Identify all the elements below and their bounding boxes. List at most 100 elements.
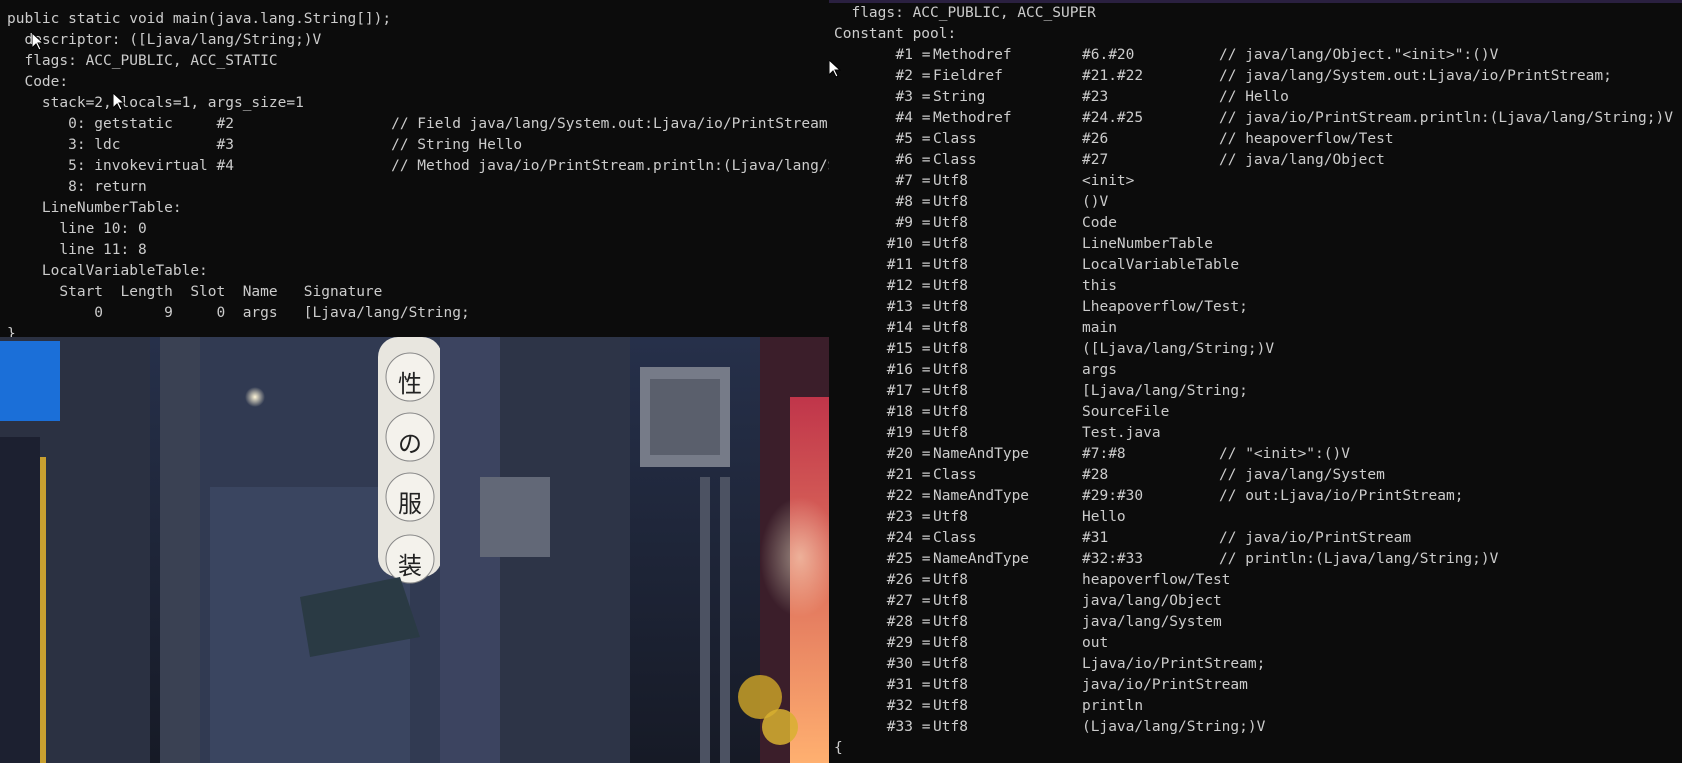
cp-entry-tag: Utf8 — [933, 362, 968, 378]
constant-pool-entry: #22 = NameAndType #29:#30 // out:Ljava/io/P… — [834, 486, 1464, 507]
cp-entry-equals: = — [913, 131, 931, 147]
cp-entry-index: #8 — [895, 194, 913, 210]
constant-pool-entry: #31 = Utf8 java/io/PrintStream — [834, 675, 1248, 696]
cp-entry-index: #18 — [886, 404, 913, 420]
cp-entry-index: #22 — [886, 488, 913, 504]
cp-entry-value: java/lang/Object — [1082, 593, 1222, 609]
cp-entry-equals: = — [913, 446, 931, 462]
constant-pool-entry: #27 = Utf8 java/lang/Object — [834, 591, 1222, 612]
constant-pool-entry: #5 = Class #26 // heapoverflow/Test — [834, 129, 1394, 150]
cp-entry-value: #24.#25 — [1082, 110, 1144, 126]
cp-entry-equals: = — [913, 530, 931, 546]
right-terminal-window[interactable]: flags: ACC_PUBLIC, ACC_SUPER Constant po… — [829, 0, 1682, 763]
cp-entry-equals: = — [913, 194, 931, 210]
cp-entry-tag: Utf8 — [933, 719, 968, 735]
cp-entry-tag: Methodref — [933, 47, 1012, 63]
cp-entry-comment: // java/io/PrintStream — [1219, 530, 1412, 546]
cp-entry-tag: Utf8 — [933, 257, 968, 273]
cp-entry-value: Code — [1082, 215, 1117, 231]
cp-entry-tag: Utf8 — [933, 215, 968, 231]
constant-pool-entry: #19 = Utf8 Test.java — [834, 423, 1161, 444]
cp-entry-equals: = — [913, 719, 931, 735]
cp-entry-tag: Utf8 — [933, 173, 968, 189]
cp-entry-index: #13 — [886, 299, 913, 315]
constant-pool-entry: #9 = Utf8 Code — [834, 213, 1117, 234]
cp-entry-tag: Utf8 — [933, 278, 968, 294]
cp-entry-value: LocalVariableTable — [1082, 257, 1240, 273]
constant-pool-entry: #10 = Utf8 LineNumberTable — [834, 234, 1213, 255]
constant-pool-entry: #21 = Class #28 // java/lang/System — [834, 465, 1385, 486]
terminal-line: Code: — [7, 74, 69, 90]
cp-entry-equals: = — [913, 362, 931, 378]
right-terminal-output: flags: ACC_PUBLIC, ACC_SUPER Constant po… — [834, 3, 1673, 759]
cp-entry-comment: // java/io/PrintStream.println:(Ljava/la… — [1219, 110, 1673, 126]
wallpaper-sign-char: 服 — [398, 490, 422, 518]
cp-entry-index: #3 — [895, 89, 913, 105]
cp-entry-tag: Utf8 — [933, 425, 968, 441]
constant-pool-entry: #23 = Utf8 Hello — [834, 507, 1126, 528]
constant-pool-entry: #14 = Utf8 main — [834, 318, 1117, 339]
cp-entry-index: #7 — [895, 173, 913, 189]
cp-entry-equals: = — [913, 614, 931, 630]
constant-pool-entry: #17 = Utf8 [Ljava/lang/String; — [834, 381, 1248, 402]
cp-entry-comment: // "<init>":()V — [1219, 446, 1350, 462]
cp-entry-tag: Utf8 — [933, 299, 968, 315]
cp-entry-value: #27 — [1082, 152, 1109, 168]
constant-pool-entry: #18 = Utf8 SourceFile — [834, 402, 1170, 423]
cp-entry-equals: = — [913, 467, 931, 483]
terminal-line: 0 9 0 args [Ljava/lang/String; — [7, 305, 470, 321]
cp-entry-equals: = — [913, 551, 931, 567]
cp-entry-index: #21 — [886, 467, 913, 483]
cp-entry-value: #31 — [1082, 530, 1109, 546]
cp-entry-tag: Class — [933, 152, 977, 168]
cp-entry-equals: = — [913, 404, 931, 420]
cp-entry-value: #29:#30 — [1082, 488, 1144, 504]
cp-entry-tag: Class — [933, 530, 977, 546]
cp-entry-value: #28 — [1082, 467, 1109, 483]
constant-pool-entry: #12 = Utf8 this — [834, 276, 1117, 297]
constant-pool-entry: #20 = NameAndType #7:#8 // "<init>":()V — [834, 444, 1350, 465]
constant-pool-entry: #16 = Utf8 args — [834, 360, 1117, 381]
constant-pool-entry: #4 = Methodref #24.#25 // java/io/PrintStre… — [834, 108, 1673, 129]
constant-pool-entry: #6 = Class #27 // java/lang/Object — [834, 150, 1385, 171]
cp-entry-index: #14 — [886, 320, 913, 336]
left-terminal-window[interactable]: public static void main(java.lang.String… — [0, 0, 829, 337]
cp-entry-value: LineNumberTable — [1082, 236, 1213, 252]
cp-entry-value: this — [1082, 278, 1117, 294]
constant-pool-entry: #25 = NameAndType #32:#33 // println:(Ljava… — [834, 549, 1499, 570]
cp-entry-equals: = — [913, 383, 931, 399]
cp-entry-tag: Utf8 — [933, 383, 968, 399]
constant-pool-entry: #11 = Utf8 LocalVariableTable — [834, 255, 1239, 276]
cp-entry-equals: = — [913, 677, 931, 693]
cp-entry-tag: Fieldref — [933, 68, 1003, 84]
cp-entry-tag: NameAndType — [933, 446, 1030, 462]
cp-entry-equals: = — [913, 278, 931, 294]
constant-pool-entry: #33 = Utf8 (Ljava/lang/String;)V — [834, 717, 1266, 738]
terminal-line: { — [834, 740, 843, 756]
cp-entry-value: heapoverflow/Test — [1082, 572, 1231, 588]
cp-entry-comment: // Hello — [1219, 89, 1289, 105]
cp-entry-equals: = — [913, 656, 931, 672]
constant-pool-entry: #32 = Utf8 println — [834, 696, 1143, 717]
cp-entry-index: #26 — [886, 572, 913, 588]
constant-pool-entry: #30 = Utf8 Ljava/io/PrintStream; — [834, 654, 1266, 675]
cp-entry-equals: = — [913, 488, 931, 504]
cp-entry-index: #33 — [886, 719, 913, 735]
terminal-line: 3: ldc #3 // String Hello — [7, 137, 523, 153]
cp-entry-comment: // java/lang/Object."<init>":()V — [1219, 47, 1499, 63]
cp-entry-tag: Utf8 — [933, 614, 968, 630]
cp-entry-equals: = — [913, 341, 931, 357]
cp-entry-equals: = — [913, 215, 931, 231]
cp-entry-equals: = — [913, 257, 931, 273]
cp-entry-equals: = — [913, 236, 931, 252]
terminal-line: LineNumberTable: — [7, 200, 182, 216]
cp-entry-index: #19 — [886, 425, 913, 441]
cp-entry-index: #9 — [895, 215, 913, 231]
cp-entry-index: #24 — [886, 530, 913, 546]
cp-entry-tag: Utf8 — [933, 404, 968, 420]
cp-entry-equals: = — [913, 425, 931, 441]
cp-entry-index: #2 — [895, 68, 913, 84]
cp-entry-tag: String — [933, 89, 986, 105]
cp-entry-comment: // java/lang/Object — [1219, 152, 1385, 168]
cp-entry-comment: // java/lang/System.out:Ljava/io/PrintSt… — [1219, 68, 1612, 84]
